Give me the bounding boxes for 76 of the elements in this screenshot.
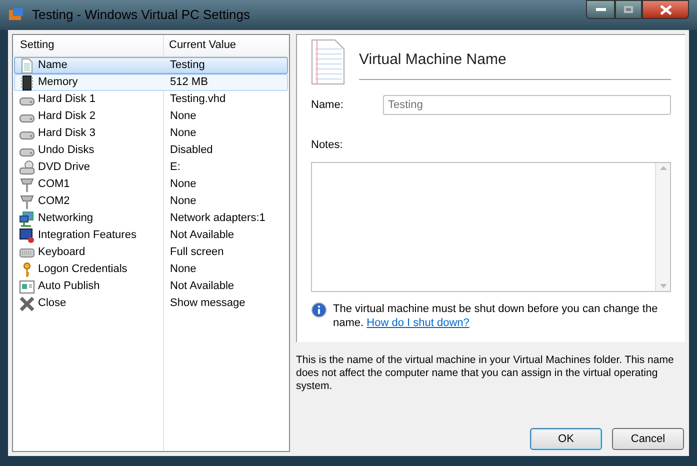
list-row[interactable]: Integration Features Not Available <box>14 227 288 244</box>
setting-value: Testing.vhd <box>169 92 226 108</box>
name-label: Name: <box>311 98 344 113</box>
list-row[interactable]: Logon Credentials None <box>14 261 288 278</box>
info-message: The virtual machine must be shut down before you can change the name. How do I shut down? <box>333 302 659 330</box>
setting-value: Network adapters:1 <box>169 211 266 226</box>
setting-name: Keyboard <box>38 245 86 260</box>
list-row[interactable]: DVD Drive E: <box>14 159 288 176</box>
setting-value: Not Available <box>169 279 234 294</box>
setting-value: None <box>169 126 196 142</box>
network-icon <box>19 210 35 226</box>
setting-name: COM1 <box>38 177 70 192</box>
app-icon <box>8 7 24 23</box>
close-button[interactable] <box>642 0 689 19</box>
serial-port-icon <box>19 176 35 192</box>
setting-name: Networking <box>38 211 94 226</box>
document-icon <box>311 39 345 85</box>
scrollbar[interactable] <box>655 162 670 290</box>
setting-value: Testing <box>169 58 205 74</box>
setting-value: Show message <box>169 296 246 312</box>
list-row[interactable]: Memory 512 MB <box>14 74 288 91</box>
setting-value: None <box>169 109 196 124</box>
setting-name: Hard Disk 2 <box>38 109 96 124</box>
minimize-button[interactable] <box>586 0 615 19</box>
setting-name: DVD Drive <box>38 160 90 176</box>
notes-field[interactable] <box>311 162 671 292</box>
list-row[interactable]: Hard Disk 3 None <box>14 125 288 142</box>
info-icon <box>311 302 327 318</box>
setting-value: None <box>169 194 196 210</box>
setting-name: Hard Disk 3 <box>38 126 96 142</box>
setting-name: Hard Disk 1 <box>38 92 96 108</box>
setting-value: Disabled <box>169 143 213 158</box>
document-icon <box>19 58 35 74</box>
setting-name: Name <box>38 58 68 74</box>
description-text: This is the name of the virtual machine in your Virtual Machines folder. This name does not affect the computer name that you can assign in the virtual operating system. <box>296 354 675 393</box>
list-row[interactable]: Undo Disks Disabled <box>14 142 288 159</box>
setting-name: COM2 <box>38 194 70 210</box>
setting-value: Full screen <box>169 245 224 260</box>
list-row[interactable]: Name Testing <box>14 57 288 74</box>
maximize-button[interactable] <box>615 0 642 19</box>
window-icon <box>19 278 35 294</box>
column-header[interactable]: Current Value <box>163 37 236 54</box>
monitor-icon <box>19 228 35 244</box>
section-heading: Virtual Machine Name <box>359 50 506 68</box>
setting-name: Undo Disks <box>38 143 94 158</box>
setting-value: E: <box>169 160 180 176</box>
list-row[interactable]: Hard Disk 1 Testing.vhd <box>14 91 288 108</box>
list-row[interactable]: Keyboard Full screen <box>14 244 288 261</box>
setting-value: None <box>169 262 196 278</box>
close-icon <box>19 296 35 312</box>
setting-name: Integration Features <box>38 228 136 244</box>
close-icon <box>660 4 672 14</box>
setting-value: None <box>169 177 196 192</box>
chip-icon <box>19 74 35 90</box>
dialog-button[interactable]: Cancel <box>612 428 684 450</box>
scroll-up-icon <box>660 166 666 170</box>
list-row[interactable]: Hard Disk 2 None <box>14 108 288 125</box>
dvd-drive-icon <box>19 160 35 176</box>
setting-name: Logon Credentials <box>38 262 128 278</box>
setting-name: Close <box>38 296 66 312</box>
notes-label: Notes: <box>311 138 344 153</box>
setting-value: Not Available <box>169 228 234 244</box>
setting-value: 512 MB <box>169 75 208 90</box>
scroll-down-icon <box>660 284 666 288</box>
list-row[interactable]: Close Show message <box>14 295 288 312</box>
list-row[interactable]: COM1 None <box>14 176 288 193</box>
column-header[interactable]: Setting <box>13 37 163 54</box>
setting-name: Auto Publish <box>38 279 100 294</box>
dialog-button[interactable]: OK <box>530 428 602 450</box>
setting-name: Memory <box>38 75 78 90</box>
help-link[interactable]: How do I shut down? <box>366 316 470 328</box>
list-row[interactable]: Networking Network adapters:1 <box>14 210 288 227</box>
serial-port-icon <box>19 194 35 210</box>
list-row[interactable]: Auto Publish Not Available <box>14 278 288 295</box>
list-row[interactable]: COM2 None <box>14 193 288 210</box>
window-title: Testing - Windows Virtual PC Settings <box>32 6 250 24</box>
